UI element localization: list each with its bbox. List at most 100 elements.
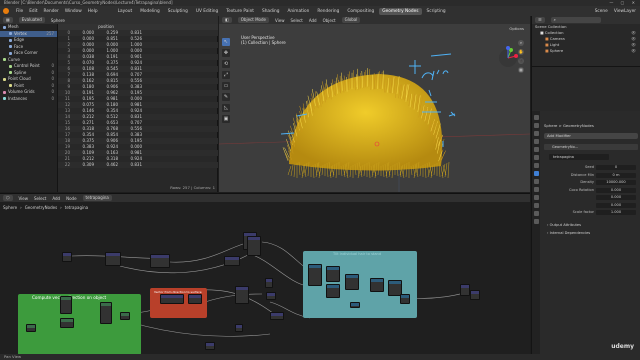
transform-tool-icon[interactable]: ▭	[222, 82, 230, 90]
view-menu[interactable]: View	[275, 18, 285, 23]
workspace-tab-sculpting[interactable]: Sculpting	[165, 8, 191, 15]
geometry-node[interactable]	[350, 302, 360, 308]
geometry-node[interactable]	[120, 312, 130, 320]
view-layer-selector[interactable]: ViewLayer	[614, 9, 636, 14]
output-tab-icon[interactable]	[533, 131, 539, 136]
menu-window[interactable]: Window	[65, 9, 82, 14]
geometry-node[interactable]	[100, 302, 112, 324]
particles-tab-icon[interactable]	[533, 179, 539, 184]
geometry-node[interactable]	[460, 284, 470, 296]
frame-compute-vector[interactable]: Compute vector direction on object	[18, 294, 141, 354]
workspace-tab-scripting[interactable]: Scripting	[424, 8, 449, 15]
add-cube-tool-icon[interactable]: ▣	[222, 115, 230, 123]
field-value[interactable]: 0.000	[596, 195, 636, 200]
geometry-node[interactable]	[265, 278, 273, 288]
render-tab-icon[interactable]	[533, 123, 539, 128]
geometry-node[interactable]	[470, 290, 480, 300]
workspace-tab-rendering[interactable]: Rendering	[314, 8, 342, 15]
domain-item[interactable]: Vertex 257	[0, 30, 57, 37]
field-value[interactable]: 0	[596, 165, 636, 170]
scale-tool-icon[interactable]: ⤢	[222, 71, 230, 79]
geometry-node[interactable]	[270, 312, 284, 320]
field-value[interactable]: 1.000	[596, 210, 636, 215]
workspace-tab-texture-paint[interactable]: Texture Paint	[223, 8, 257, 15]
geometry-node[interactable]	[400, 294, 410, 304]
tool-tab-icon[interactable]	[533, 115, 539, 120]
view-layer-tab-icon[interactable]	[533, 139, 539, 144]
blender-logo-icon[interactable]	[3, 8, 9, 14]
geometry-node[interactable]	[105, 252, 121, 266]
menu-render[interactable]: Render	[44, 9, 59, 14]
internal-dependencies-section[interactable]: › Internal Dependencies	[547, 231, 590, 235]
menu-file[interactable]: File	[16, 9, 23, 14]
geometry-node[interactable]	[224, 256, 240, 266]
geometry-node[interactable]	[188, 294, 202, 304]
geometry-node[interactable]	[345, 274, 359, 290]
texture-tab-icon[interactable]	[533, 219, 539, 224]
camera-icon[interactable]: 🎥	[518, 58, 524, 64]
geometry-node[interactable]	[60, 296, 72, 314]
visibility-eye-icon[interactable]: 👁	[631, 48, 636, 54]
workspace-tab-uv-editing[interactable]: UV Editing	[193, 8, 221, 15]
outliner-item[interactable]: ■ Sphere 👁	[532, 48, 640, 54]
output-attributes-section[interactable]: › Output Attributes	[547, 223, 581, 227]
editor-type-icon[interactable]: ◧	[222, 17, 232, 23]
object-tab-icon[interactable]	[533, 163, 539, 168]
object-menu[interactable]: Object	[323, 18, 336, 23]
annotate-tool-icon[interactable]: ✎	[222, 93, 230, 101]
geometry-node[interactable]	[326, 266, 340, 282]
geometry-node[interactable]	[370, 278, 384, 292]
field-value[interactable]: 0 m	[596, 172, 636, 178]
node-group-selector[interactable]: tetrapagina	[549, 154, 609, 160]
geometry-node[interactable]	[150, 254, 170, 268]
material-tab-icon[interactable]	[533, 211, 539, 216]
orientation-selector[interactable]: Global	[341, 17, 361, 23]
geometry-node[interactable]	[160, 294, 184, 304]
workspace-tab-geometry-nodes[interactable]: Geometry Nodes	[379, 7, 422, 15]
geometry-node[interactable]	[266, 292, 276, 300]
mode-selector[interactable]: Object Mode	[237, 17, 269, 23]
options-dropdown[interactable]: Options	[509, 26, 524, 31]
geometry-node[interactable]	[326, 284, 340, 298]
menu-help[interactable]: Help	[88, 9, 98, 14]
modifier-tab-icon[interactable]	[533, 171, 539, 176]
constraints-tab-icon[interactable]	[533, 195, 539, 200]
workspace-tab-modeling[interactable]: Modeling	[137, 8, 163, 15]
workspace-tab-shading[interactable]: Shading	[259, 8, 282, 15]
pan-hand-icon[interactable]: ✋	[518, 49, 524, 55]
scene-selector[interactable]: Scene	[595, 9, 608, 14]
workspace-tab-animation[interactable]: Animation	[284, 8, 312, 15]
workspace-tab-compositing[interactable]: Compositing	[344, 8, 377, 15]
field-value[interactable]: 0.000	[596, 202, 636, 208]
geometry-node[interactable]	[26, 324, 36, 332]
move-tool-icon[interactable]: ✥	[222, 49, 230, 57]
geometry-node[interactable]	[62, 252, 72, 262]
outliner-search[interactable]: ⌕	[550, 17, 601, 23]
node-editor[interactable]: ⬡ View Select Add Node tetrapagina Spher…	[0, 193, 530, 354]
field-value[interactable]: 0.000	[596, 187, 636, 193]
geometry-node[interactable]	[235, 324, 243, 332]
evaluated-toggle[interactable]: Evaluated	[18, 17, 45, 23]
data-tab-icon[interactable]	[533, 203, 539, 208]
physics-tab-icon[interactable]	[533, 187, 539, 192]
add-menu[interactable]: Add	[309, 18, 317, 23]
modifier-header[interactable]: GeometryNo...	[544, 144, 638, 150]
menu-edit[interactable]: Edit	[29, 9, 37, 14]
measure-tool-icon[interactable]: ◺	[222, 104, 230, 112]
add-modifier-button[interactable]: Add Modifier	[544, 133, 638, 139]
rotate-tool-icon[interactable]: ⟲	[222, 60, 230, 68]
geometry-node[interactable]	[60, 318, 74, 328]
grid-view-icon[interactable]: ▦	[518, 67, 524, 73]
modifier-name[interactable]: GeometryNo...	[552, 145, 578, 149]
geometry-node[interactable]	[235, 286, 249, 304]
workspace-tab-layout[interactable]: Layout	[115, 8, 136, 15]
geometry-node[interactable]	[308, 264, 322, 286]
outliner-type-icon[interactable]: ☰	[535, 17, 545, 23]
field-value[interactable]: 10000.000	[596, 180, 636, 185]
select-menu[interactable]: Select	[290, 18, 302, 23]
select-tool-icon[interactable]: ↖	[222, 38, 230, 46]
zoom-icon[interactable]: ⌕	[518, 40, 524, 46]
scene-tab-icon[interactable]	[533, 147, 539, 152]
world-tab-icon[interactable]	[533, 155, 539, 160]
geometry-node[interactable]	[247, 236, 261, 256]
